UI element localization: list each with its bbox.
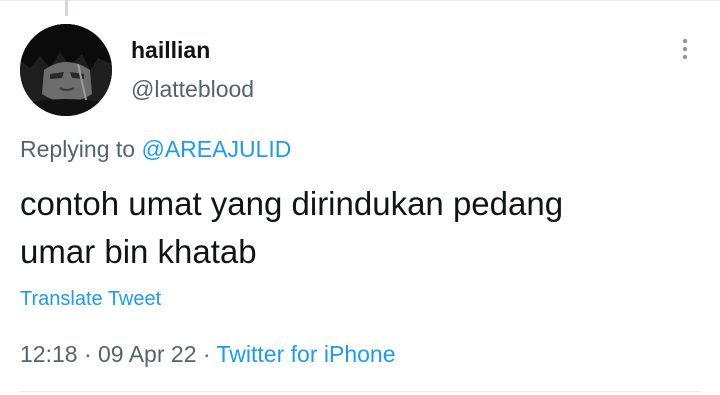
meta-separator: · [196,341,217,367]
replying-to-prefix: Replying to [20,136,142,162]
tweet-date[interactable]: 09 Apr 22 [98,341,196,367]
tweet-text-line-2: umar bin khatab [20,233,257,270]
reply-mention-link[interactable]: @AREAJULID [141,136,291,162]
replying-to-line: Replying to @AREAJULID [20,136,291,163]
tweet-detail-view: haillian @latteblood Replying to @AREAJU… [0,0,720,395]
tweet-source-link[interactable]: Twitter for iPhone [217,341,396,367]
avatar-image [20,24,112,116]
tweet-meta: 12:18 · 09 Apr 22 · Twitter for iPhone [20,341,395,368]
tweet-text: contoh umat yang dirindukan pedang umar b… [20,180,700,276]
tweet-text-line-1: contoh umat yang dirindukan pedang [20,185,564,222]
more-vertical-icon [682,38,688,60]
top-divider [0,0,720,1]
thread-connector-line [65,0,68,16]
meta-separator: · [77,341,99,367]
avatar[interactable] [20,24,112,116]
more-options-button[interactable] [670,34,700,64]
tweet-time[interactable]: 12:18 [20,341,78,367]
author-handle[interactable]: @latteblood [131,76,254,103]
translate-tweet-link[interactable]: Translate Tweet [20,288,161,311]
bottom-divider [20,391,700,392]
author-display-name[interactable]: haillian [131,37,210,64]
